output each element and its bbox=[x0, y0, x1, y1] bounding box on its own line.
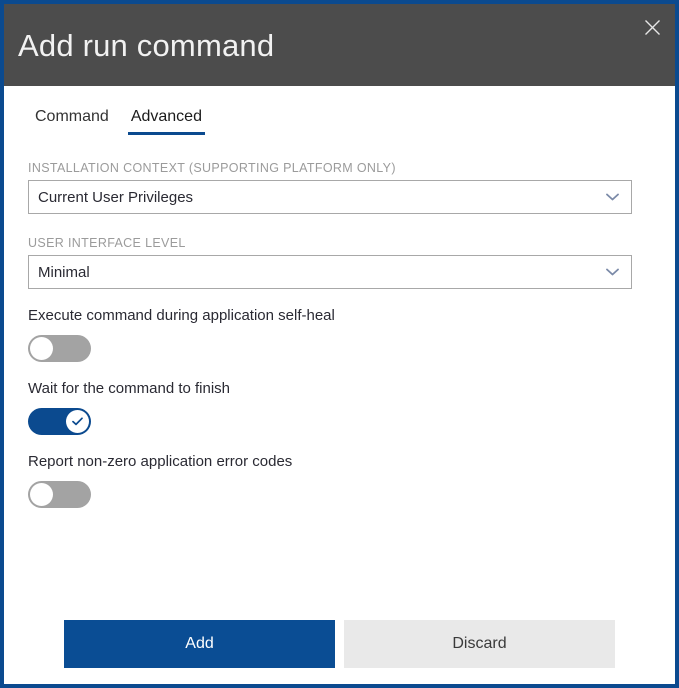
user-interface-level-value: Minimal bbox=[38, 263, 90, 281]
tab-command[interactable]: Command bbox=[32, 108, 112, 135]
report-error-codes-toggle[interactable] bbox=[28, 481, 91, 508]
check-icon bbox=[72, 417, 83, 426]
toggle-knob bbox=[66, 410, 89, 433]
toggle-knob bbox=[30, 337, 53, 360]
toggle-knob bbox=[30, 483, 53, 506]
installation-context-field: INSTALLATION CONTEXT (SUPPORTING PLATFOR… bbox=[4, 161, 675, 214]
user-interface-level-field: USER INTERFACE LEVEL Minimal bbox=[4, 236, 675, 289]
close-icon[interactable] bbox=[629, 4, 675, 50]
add-run-command-dialog: Add run command Command Advanced INSTALL… bbox=[0, 0, 679, 688]
chevron-down-icon bbox=[606, 188, 619, 206]
chevron-down-icon bbox=[606, 263, 619, 281]
dialog-footer: Add Discard bbox=[4, 620, 675, 668]
tab-advanced[interactable]: Advanced bbox=[127, 108, 206, 135]
dialog-title: Add run command bbox=[18, 27, 275, 63]
add-button[interactable]: Add bbox=[64, 620, 335, 668]
tab-bar: Command Advanced bbox=[4, 86, 675, 135]
user-interface-level-label: USER INTERFACE LEVEL bbox=[28, 236, 186, 250]
self-heal-toggle-label: Execute command during application self-… bbox=[28, 307, 335, 324]
dialog-titlebar: Add run command bbox=[4, 4, 675, 86]
installation-context-select[interactable]: Current User Privileges bbox=[28, 180, 632, 214]
report-error-codes-toggle-row: Report non-zero application error codes bbox=[4, 453, 675, 508]
report-error-codes-toggle-label: Report non-zero application error codes bbox=[28, 453, 293, 470]
discard-button[interactable]: Discard bbox=[344, 620, 615, 668]
self-heal-toggle[interactable] bbox=[28, 335, 91, 362]
user-interface-level-select[interactable]: Minimal bbox=[28, 255, 632, 289]
installation-context-value: Current User Privileges bbox=[38, 188, 194, 206]
dialog-body: Command Advanced INSTALLATION CONTEXT (S… bbox=[4, 86, 675, 684]
wait-for-command-toggle[interactable] bbox=[28, 408, 91, 435]
wait-for-command-toggle-label: Wait for the command to finish bbox=[28, 380, 231, 397]
self-heal-toggle-row: Execute command during application self-… bbox=[4, 307, 675, 362]
installation-context-label: INSTALLATION CONTEXT (SUPPORTING PLATFOR… bbox=[28, 161, 396, 175]
wait-for-command-toggle-row: Wait for the command to finish bbox=[4, 380, 675, 435]
